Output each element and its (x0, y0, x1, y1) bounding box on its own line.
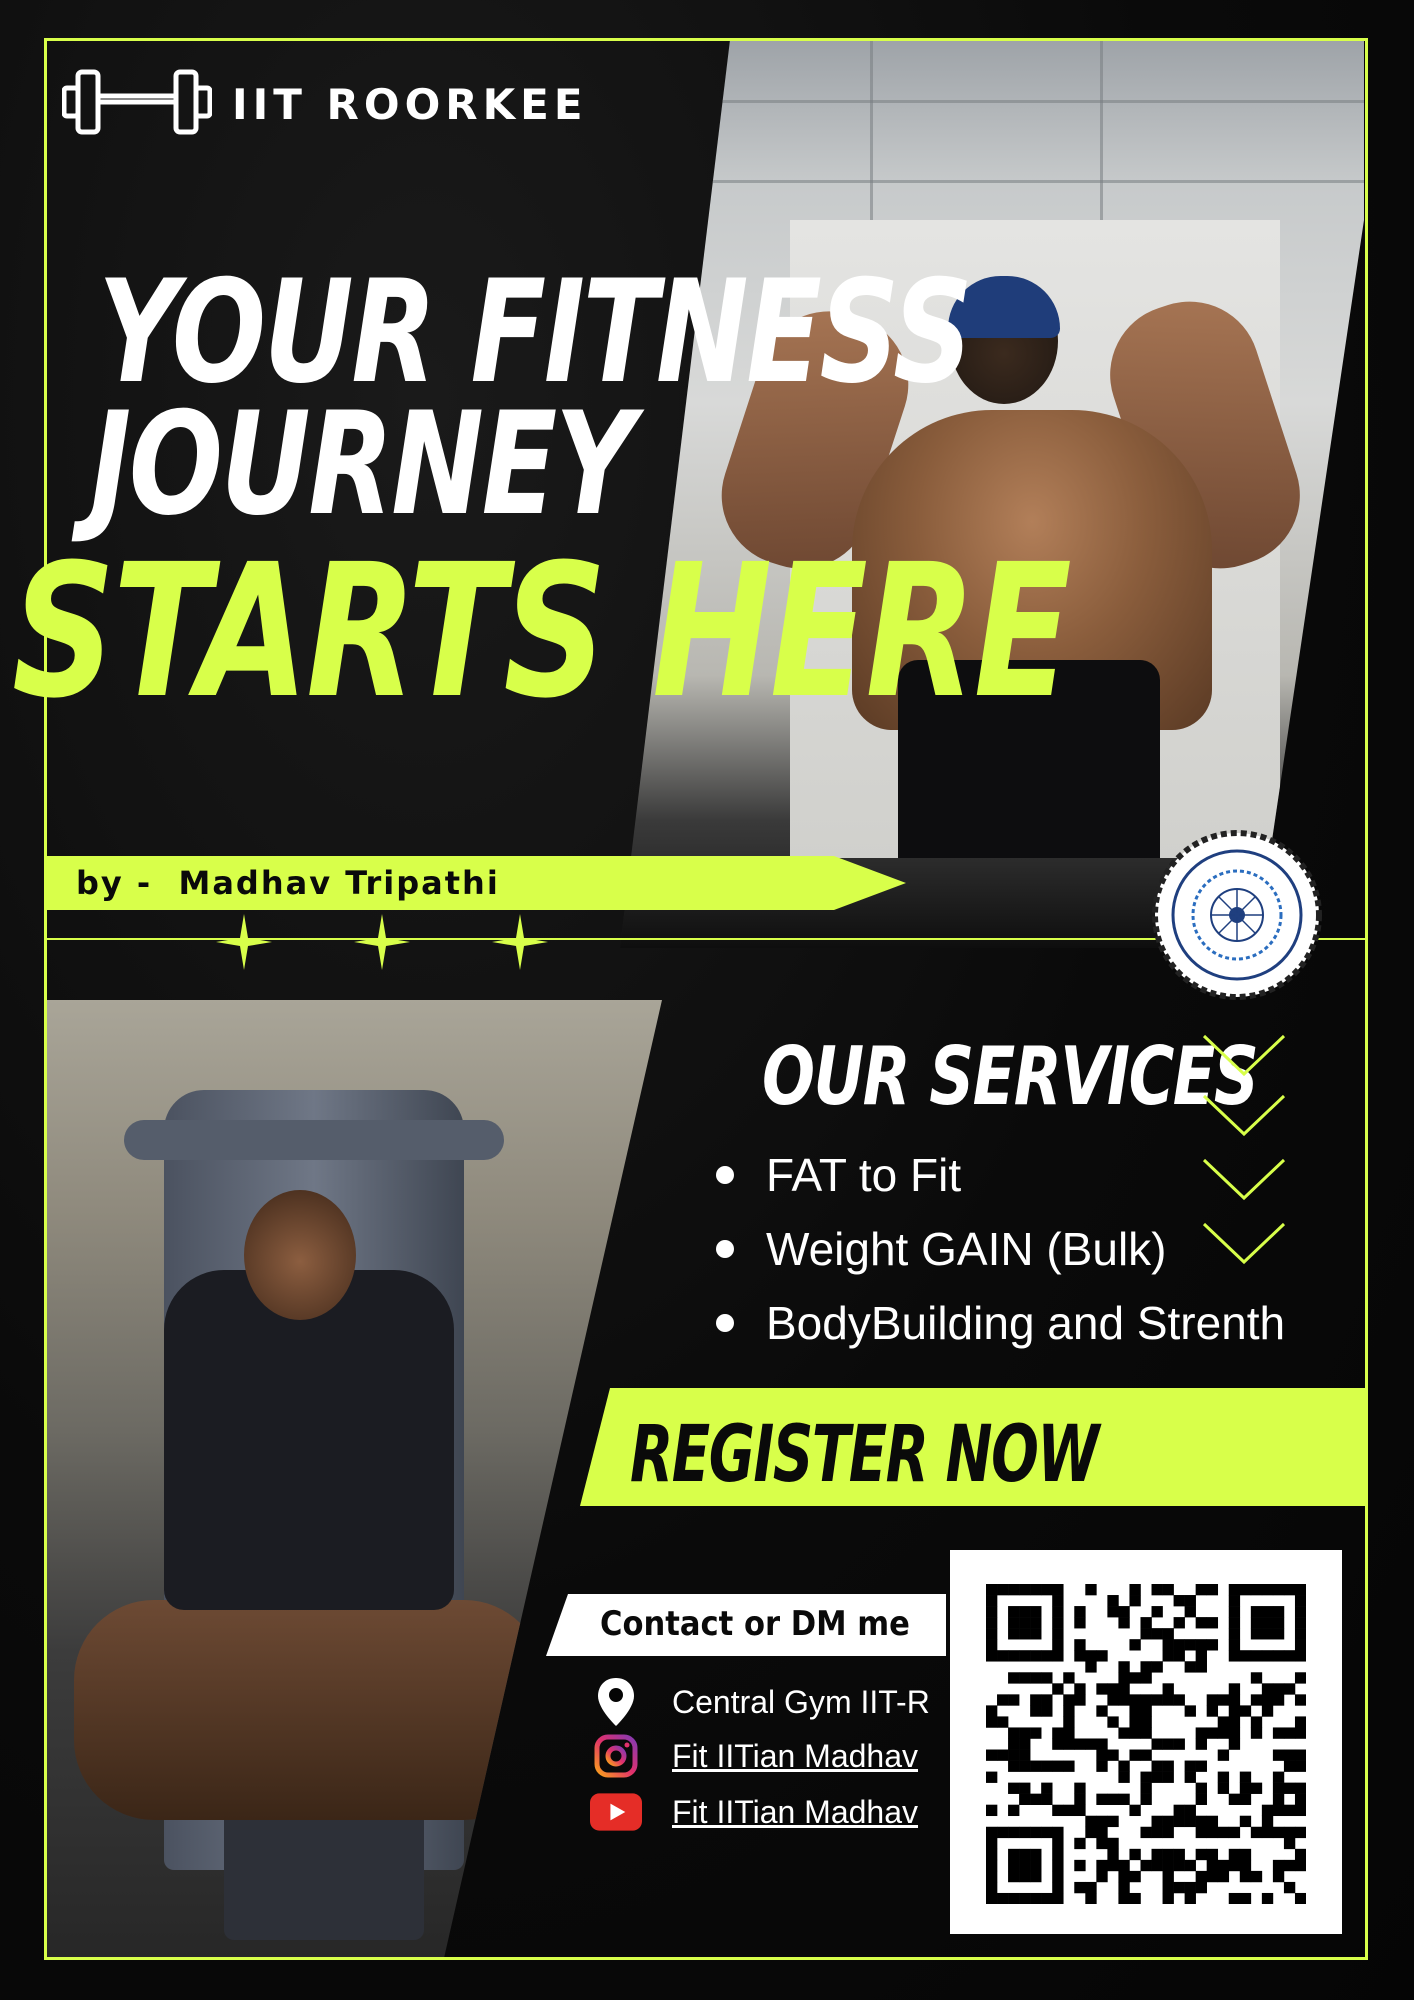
register-now-banner[interactable]: REGISTER NOW (580, 1388, 1368, 1506)
brand-title: IIT ROORKEE (232, 80, 588, 129)
sparkle-icon (492, 914, 548, 970)
brand-header: IIT ROORKEE (61, 64, 588, 145)
qr-code[interactable] (950, 1550, 1342, 1934)
location-pin-icon (590, 1676, 642, 1728)
sparkle-icon (354, 914, 410, 970)
qr-code-pattern (986, 1584, 1306, 1904)
contact-heading-box: Contact or DM me (546, 1594, 946, 1656)
service-item: FAT to Fit (716, 1138, 1285, 1212)
dumbbell-icon (61, 64, 213, 145)
byline-text: by - Madhav Tripathi (76, 864, 500, 902)
headline-line-2: JOURNEY (90, 382, 635, 547)
sparkle-icon (216, 914, 272, 970)
location-text: Central Gym IIT-R (672, 1683, 930, 1720)
instagram-link[interactable]: Fit IITian Madhav (672, 1738, 918, 1775)
service-item: BodyBuilding and Strenth (716, 1286, 1285, 1360)
services-list: FAT to Fit Weight GAIN (Bulk) BodyBuildi… (716, 1138, 1285, 1360)
instagram-icon (590, 1730, 642, 1782)
contact-heading: Contact or DM me (600, 1604, 910, 1644)
byline-banner: by - Madhav Tripathi (44, 856, 906, 910)
contact-youtube[interactable]: Fit IITian Madhav (590, 1786, 918, 1838)
contact-location: Central Gym IIT-R (590, 1676, 930, 1728)
iit-roorkee-seal-logo (1152, 830, 1322, 1000)
youtube-icon (590, 1786, 642, 1838)
register-now-label: REGISTER NOW (630, 1410, 1099, 1500)
service-item: Weight GAIN (Bulk) (716, 1212, 1285, 1286)
services-title: OUR SERVICES (762, 1030, 1259, 1123)
contact-instagram[interactable]: Fit IITian Madhav (590, 1730, 918, 1782)
poster: IIT ROORKEE YOUR FITNESS JOURNEY STARTS … (0, 0, 1414, 2000)
headline-line-3: STARTS HERE (12, 525, 1072, 739)
youtube-link[interactable]: Fit IITian Madhav (672, 1794, 918, 1831)
